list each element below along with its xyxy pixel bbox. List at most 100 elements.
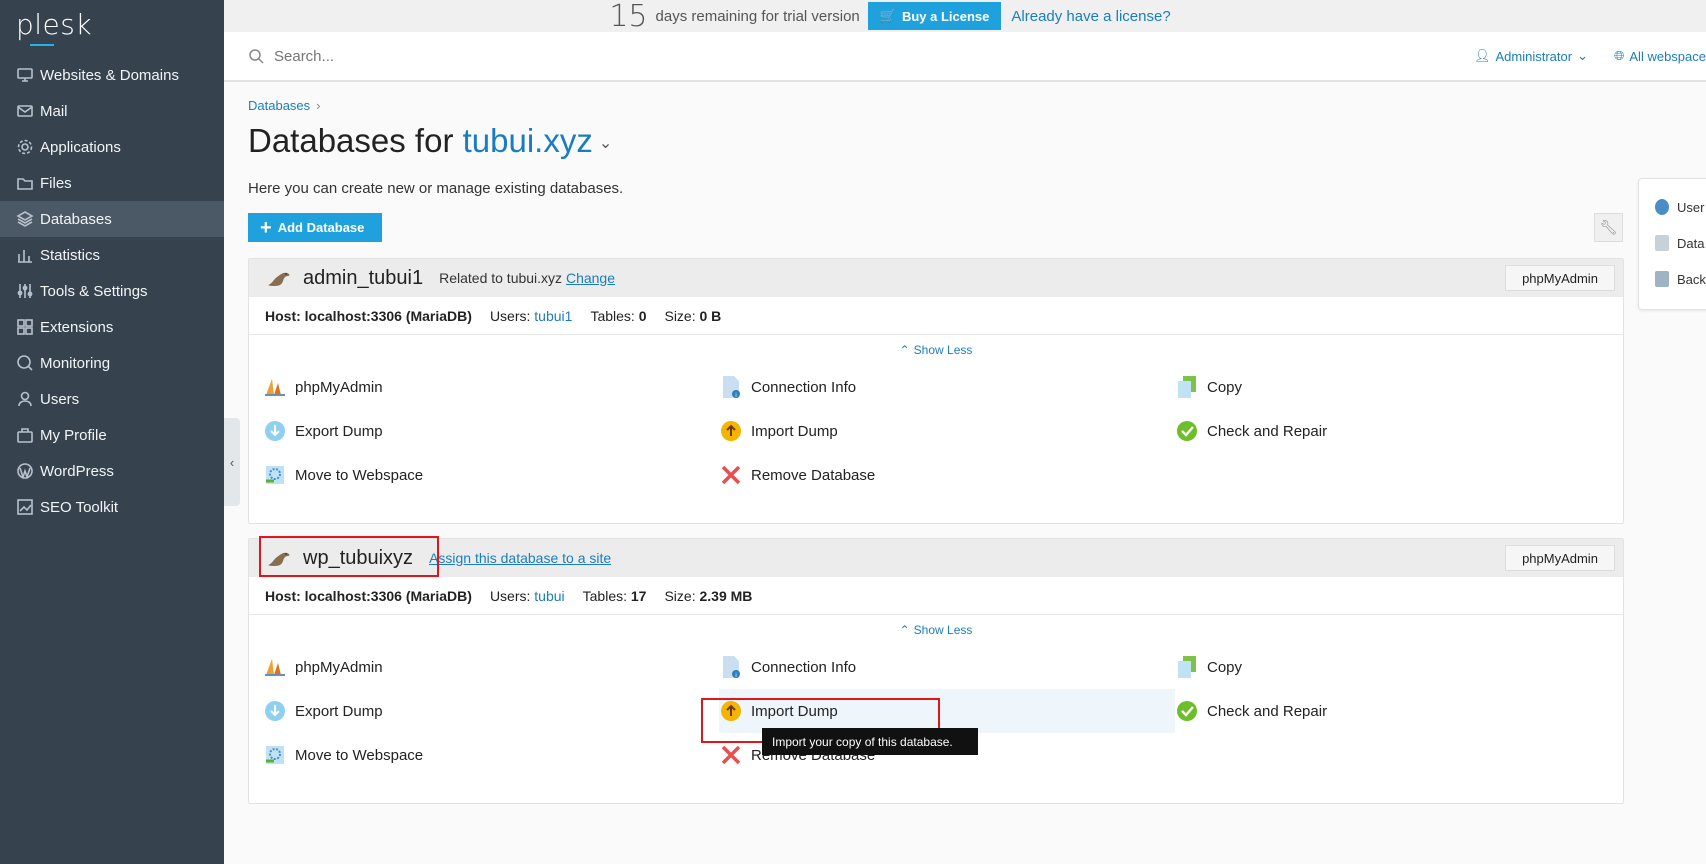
db-users: Users: tubui <box>490 588 565 604</box>
sidebar-item-wordpress[interactable]: WordPress <box>0 453 224 489</box>
tool-copy[interactable]: Copy <box>1175 645 1631 689</box>
search-input[interactable] <box>274 47 574 65</box>
phpmyadmin-button[interactable]: phpMyAdmin <box>1505 265 1615 291</box>
sidebar-item-statistics[interactable]: Statistics <box>0 237 224 273</box>
show-less-toggle[interactable]: ⌃ Show Less <box>249 615 1623 645</box>
chevron-down-icon: ⌄ <box>1577 48 1588 63</box>
tool-connection-info[interactable]: i Connection Info <box>719 365 1175 409</box>
sidebar-item-users[interactable]: Users <box>0 381 224 417</box>
size-label: Size: <box>664 307 696 324</box>
tool-connection-info[interactable]: i Connection Info <box>719 645 1175 689</box>
tool-label: Connection Info <box>751 658 857 676</box>
wordpress-icon <box>17 463 33 480</box>
sidebar-item-label: Extensions <box>40 318 114 336</box>
tool-check-repair[interactable]: Check and Repair <box>1175 409 1631 453</box>
sidebar-item-monitoring[interactable]: Monitoring <box>0 345 224 381</box>
sidebar-item-label: Monitoring <box>40 354 111 372</box>
tool-phpmyadmin[interactable]: phpMyAdmin <box>263 645 719 689</box>
webspace-label: All webspace <box>1629 48 1706 64</box>
page-title-prefix: Databases for <box>248 122 463 159</box>
right-panel-backup[interactable]: Back <box>1639 261 1706 297</box>
breadcrumb-databases[interactable]: Databases <box>248 98 310 113</box>
sidebar-item-seo-toolkit[interactable]: SEO Toolkit <box>0 489 224 525</box>
page-title-domain[interactable]: tubui.xyz <box>463 122 593 159</box>
buy-license-button[interactable]: 🛒 Buy a License <box>867 2 1002 30</box>
database-card: wp_tubuixyz Assign this database to a si… <box>248 538 1624 804</box>
tables-value: 0 <box>638 307 647 324</box>
plesk-logo[interactable]: plesk <box>16 8 92 46</box>
users-link[interactable]: tubui1 <box>534 308 572 324</box>
import-dump-icon <box>719 419 743 443</box>
already-have-license-link[interactable]: Already have a license? <box>1011 8 1170 25</box>
tool-label: phpMyAdmin <box>295 378 383 396</box>
chevron-down-icon[interactable]: ⌄ <box>599 135 612 152</box>
globe-icon: 🌐︎ <box>1613 48 1625 63</box>
mariadb-seal-icon <box>268 272 290 286</box>
tool-move-webspace[interactable]: Move to Webspace <box>263 733 719 777</box>
sidebar-item-databases[interactable]: Databases <box>0 201 224 237</box>
sidebar-item-label: Databases <box>40 210 112 228</box>
webspace-selector[interactable]: 🌐︎ All webspace <box>1614 48 1706 64</box>
user-icon: 👤︎ <box>1473 48 1491 63</box>
tool-copy[interactable]: Copy <box>1175 365 1631 409</box>
tables-label: Tables: <box>590 307 635 324</box>
sidebar-item-applications[interactable]: Applications <box>0 129 224 165</box>
right-panel-users[interactable]: User <box>1639 189 1706 225</box>
sidebar-item-files[interactable]: Files <box>0 165 224 201</box>
trial-days: 15 <box>609 0 648 34</box>
assign-database-link[interactable]: Assign this database to a site <box>429 550 611 566</box>
tool-move-webspace[interactable]: Move to Webspace <box>263 453 719 497</box>
gear-icon <box>17 139 33 155</box>
tool-label: Move to Webspace <box>295 466 424 484</box>
tool-phpmyadmin[interactable]: phpMyAdmin <box>263 365 719 409</box>
tool-import-dump[interactable]: Import Dump <box>719 409 1175 453</box>
db-host: Host: localhost:3306 (MariaDB) <box>265 587 472 604</box>
tool-label: Copy <box>1207 378 1243 396</box>
database-card-header: admin_tubui1 Related to tubui.xyz Change… <box>249 259 1623 297</box>
search-icon <box>249 49 264 64</box>
tool-label: Copy <box>1207 658 1243 676</box>
tool-check-repair[interactable]: Check and Repair <box>1175 689 1631 733</box>
tool-remove-database[interactable]: Remove Database <box>719 453 1175 497</box>
check-repair-icon <box>1175 419 1199 443</box>
user-name: Administrator <box>1495 48 1573 64</box>
user-menu[interactable]: 👤︎ Administrator ⌄ <box>1474 48 1588 64</box>
header-right: 👤︎ Administrator ⌄ 🌐︎ All webspace <box>1474 32 1706 80</box>
change-link[interactable]: Change <box>566 270 615 286</box>
add-database-button[interactable]: + Add Database <box>248 213 382 242</box>
show-less-label: Show Less <box>913 623 973 637</box>
phpmyadmin-button[interactable]: phpMyAdmin <box>1505 545 1615 571</box>
database-card-header: wp_tubuixyz Assign this database to a si… <box>249 539 1623 577</box>
sidebar-item-label: Mail <box>40 102 68 120</box>
sidebar-item-extensions[interactable]: Extensions <box>0 309 224 345</box>
chevron-up-icon: ⌃ <box>899 343 910 357</box>
show-less-toggle[interactable]: ⌃ Show Less <box>249 335 1623 365</box>
bar-chart-icon <box>18 250 32 263</box>
monitor-icon <box>17 68 33 82</box>
user-icon <box>1655 199 1669 215</box>
users-link[interactable]: tubui <box>534 588 564 604</box>
db-users: Users: tubui1 <box>490 308 573 324</box>
db-tables: Tables: 0 <box>590 308 646 324</box>
svg-text:i: i <box>735 393 736 399</box>
connection-info-icon: i <box>719 655 743 679</box>
page-description: Here you can create new or manage existi… <box>248 180 624 197</box>
tables-label: Tables: <box>582 587 627 604</box>
database-icon <box>1655 235 1669 251</box>
tool-export-dump[interactable]: Export Dump <box>263 409 719 453</box>
connection-info-icon: i <box>719 375 743 399</box>
sidebar-collapse-button[interactable]: ‹ <box>224 418 240 506</box>
database-info: Host: localhost:3306 (MariaDB) Users: tu… <box>249 297 1623 335</box>
sidebar-item-mail[interactable]: Mail <box>0 93 224 129</box>
svg-text:i: i <box>735 673 736 679</box>
sidebar-item-label: WordPress <box>40 462 114 480</box>
sidebar-item-websites-domains[interactable]: Websites & Domains <box>0 57 224 93</box>
related-domain: Related to tubui.xyz Change <box>439 270 615 286</box>
db-size: Size: 0 B <box>664 308 721 324</box>
wrench-icon[interactable]: 🔧︎ <box>1594 213 1623 242</box>
sidebar-item-my-profile[interactable]: My Profile <box>0 417 224 453</box>
sidebar-item-label: Tools & Settings <box>40 282 148 300</box>
tool-export-dump[interactable]: Export Dump <box>263 689 719 733</box>
right-panel-data[interactable]: Data <box>1639 225 1706 261</box>
sidebar-item-tools-settings[interactable]: Tools & Settings <box>0 273 224 309</box>
